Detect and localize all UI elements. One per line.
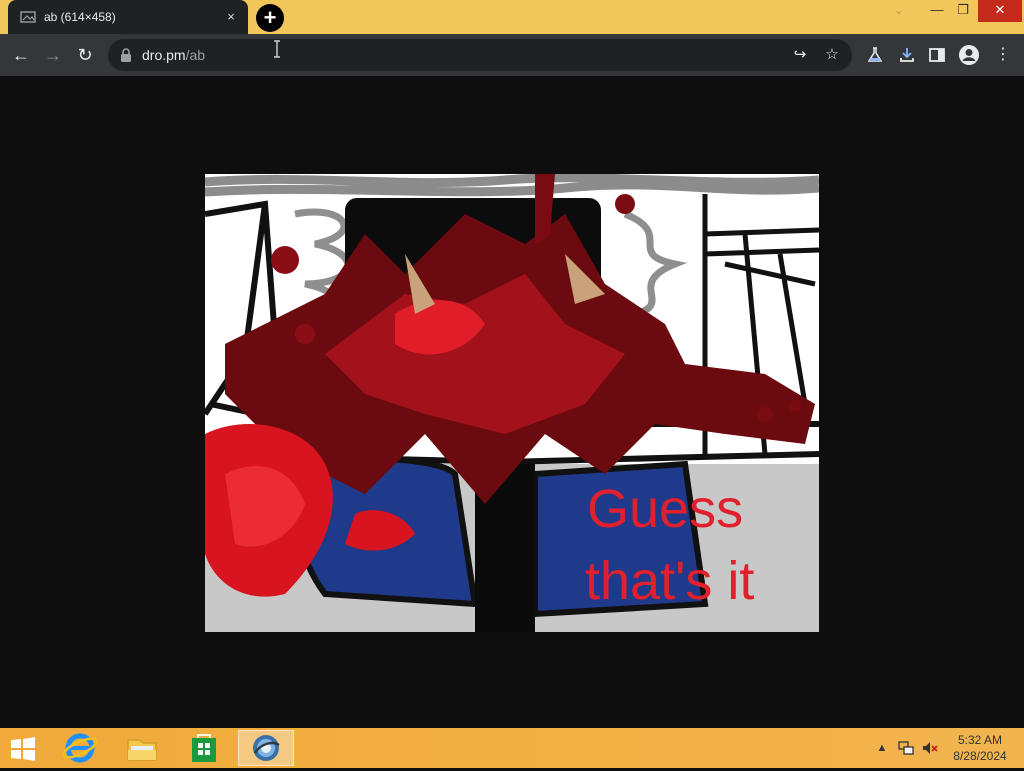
reload-button[interactable]: ↻	[72, 42, 98, 68]
network-icon[interactable]	[898, 740, 914, 756]
browser-menu-button[interactable]: ⋮	[990, 42, 1016, 68]
image-caption-line2: that's it	[585, 551, 755, 611]
tab-search-button[interactable]: ⌄	[884, 0, 914, 22]
new-tab-button[interactable]: +	[256, 4, 284, 32]
restore-button[interactable]: ❐	[948, 0, 978, 22]
image-caption-line1: Guess	[587, 479, 744, 539]
url-text[interactable]: dro.pm/ab	[142, 47, 205, 63]
internet-explorer-icon[interactable]	[52, 730, 108, 766]
back-button[interactable]: ←	[8, 42, 34, 68]
file-explorer-icon[interactable]	[114, 730, 170, 766]
forward-button[interactable]: →	[40, 42, 66, 68]
tab-active[interactable]: ab (614×458) ×	[8, 0, 248, 34]
labs-flask-icon[interactable]	[862, 42, 888, 68]
speaker-muted-icon[interactable]	[922, 740, 938, 756]
close-window-button[interactable]: ✕	[978, 0, 1022, 22]
text-cursor-icon	[274, 40, 280, 58]
taskbar: ▲ 5:32 AM 8/28/2024	[0, 728, 1024, 768]
title-bar: ab (614×458) × + ⌄ — ❐ ✕	[0, 0, 1024, 34]
profile-avatar-icon[interactable]	[956, 42, 982, 68]
side-panel-icon[interactable]	[924, 42, 950, 68]
share-icon[interactable]: ↪	[790, 45, 810, 65]
lock-icon[interactable]	[120, 48, 132, 62]
clock-date: 8/28/2024	[953, 749, 1007, 763]
tab-title: ab (614×458)	[44, 10, 116, 24]
tab-close-button[interactable]: ×	[222, 8, 240, 26]
windows-start-icon[interactable]	[8, 736, 38, 762]
bookmark-star-icon[interactable]: ☆	[822, 45, 842, 65]
download-icon[interactable]	[894, 42, 920, 68]
browser-taskbar-icon[interactable]	[238, 730, 294, 766]
page-content: Guess that's it	[0, 76, 1024, 728]
browser-toolbar: ← → ↻ dro.pm/ab ↪ ☆ ⋮	[0, 34, 1024, 76]
url-path: /ab	[185, 47, 206, 63]
url-host: dro.pm	[142, 47, 186, 63]
image-file-icon	[20, 11, 36, 23]
clock-time: 5:32 AM	[957, 733, 1003, 747]
store-icon[interactable]	[176, 730, 232, 766]
show-hidden-icons-button[interactable]: ▲	[874, 740, 890, 756]
displayed-image[interactable]: Guess that's it	[205, 174, 819, 632]
system-clock[interactable]: 5:32 AM 8/28/2024	[944, 732, 1016, 764]
address-bar[interactable]: dro.pm/ab ↪ ☆	[108, 39, 852, 71]
